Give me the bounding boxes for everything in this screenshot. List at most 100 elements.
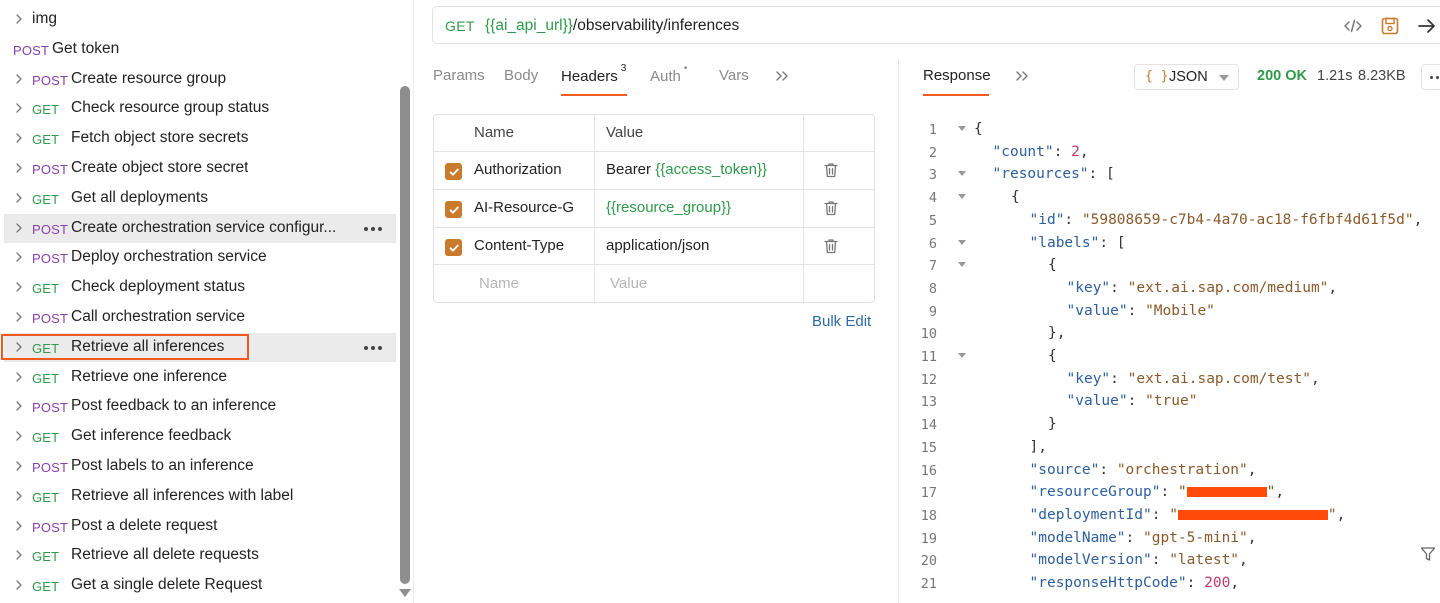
- tab-auth[interactable]: Auth •: [650, 63, 687, 85]
- tab-body[interactable]: Body: [504, 67, 538, 84]
- bulk-edit-link[interactable]: Bulk Edit: [812, 313, 871, 330]
- pane-divider[interactable]: [898, 60, 899, 603]
- line-number: 2: [928, 144, 937, 161]
- response-size: 8.23KB: [1358, 68, 1406, 84]
- line-number: 20: [920, 553, 937, 570]
- fold-toggle-icon[interactable]: [958, 126, 966, 131]
- sidebar-item[interactable]: GET Retrieve all inferences with label: [4, 482, 396, 511]
- header-name[interactable]: Content-Type: [474, 237, 590, 254]
- fold-toggle-icon[interactable]: [958, 353, 966, 358]
- more-options-icon[interactable]: [364, 218, 382, 231]
- tab-params[interactable]: Params: [433, 67, 485, 84]
- sidebar-item[interactable]: POST Post feedback to an inference: [4, 392, 396, 421]
- sidebar-item[interactable]: POST Post a delete request: [4, 512, 396, 541]
- chevron-right-icon[interactable]: [13, 281, 25, 293]
- url-bar[interactable]: GET {{ai_api_url}}/observability/inferen…: [432, 6, 1440, 44]
- response-more-tabs-chevron-icon[interactable]: [1014, 68, 1030, 88]
- chevron-right-icon[interactable]: [13, 430, 25, 442]
- chevron-right-icon[interactable]: [13, 73, 25, 85]
- json-code: "count": 2,: [993, 144, 1089, 160]
- url-method[interactable]: GET: [445, 18, 475, 34]
- sidebar-item[interactable]: POST Create resource group: [4, 65, 396, 94]
- sidebar-item[interactable]: POST Create object store secret: [4, 154, 396, 183]
- scroll-down-arrow-icon[interactable]: [399, 589, 411, 597]
- request-name: Retrieve all delete requests: [71, 546, 259, 564]
- chevron-right-icon[interactable]: [13, 132, 25, 144]
- url-input[interactable]: {{ai_api_url}}/observability/inferences: [485, 17, 739, 35]
- new-header-value-input[interactable]: Value: [610, 275, 647, 292]
- chevron-right-icon[interactable]: [13, 341, 25, 353]
- delete-header-icon[interactable]: [822, 161, 840, 179]
- request-method: GET: [32, 579, 60, 595]
- chevron-right-icon[interactable]: [13, 102, 25, 114]
- sidebar-item[interactable]: GET Check resource group status: [4, 94, 396, 123]
- sidebar-item[interactable]: GET Fetch object store secrets: [4, 124, 396, 153]
- json-token: "gpt-5-mini": [1143, 529, 1248, 546]
- fold-toggle-icon[interactable]: [958, 239, 966, 245]
- more-options-icon[interactable]: [364, 337, 382, 350]
- response-format-select[interactable]: { } JSON: [1134, 64, 1239, 90]
- redaction-mark: [1186, 487, 1267, 498]
- chevron-right-icon[interactable]: [13, 222, 25, 234]
- sidebar-scrollbar[interactable]: [400, 86, 410, 584]
- more-icon: [1430, 76, 1440, 79]
- sidebar-item[interactable]: POST Create orchestration service configu…: [4, 213, 396, 243]
- chevron-right-icon[interactable]: [13, 371, 25, 383]
- tab-vars[interactable]: Vars: [719, 67, 749, 84]
- header-value[interactable]: application/json: [606, 237, 798, 254]
- chevron-right-icon[interactable]: [13, 579, 25, 591]
- save-icon[interactable]: [1380, 16, 1400, 36]
- sidebar-item[interactable]: POST Call orchestration service: [4, 303, 396, 332]
- header-enabled-checkbox[interactable]: [445, 201, 462, 218]
- chevron-right-icon[interactable]: [13, 162, 25, 174]
- sidebar-item[interactable]: GET Get a single delete Request: [4, 571, 396, 600]
- sidebar-item[interactable]: POST Deploy orchestration service: [4, 243, 396, 272]
- json-token: "Mobile": [1145, 302, 1215, 319]
- request-method: POST: [32, 519, 69, 535]
- json-token: ,: [1275, 484, 1285, 501]
- json-token: :: [1127, 393, 1146, 410]
- header-enabled-checkbox[interactable]: [445, 163, 462, 180]
- code-generate-icon[interactable]: [1343, 16, 1363, 36]
- header-value[interactable]: Bearer {{access_token}}: [606, 161, 798, 178]
- tab-headers[interactable]: Headers 3: [561, 63, 626, 85]
- response-menu-button[interactable]: [1421, 64, 1440, 90]
- fold-toggle-icon[interactable]: [958, 194, 966, 200]
- chevron-right-icon[interactable]: [13, 400, 25, 412]
- chevron-right-icon[interactable]: [13, 490, 25, 502]
- sidebar-item[interactable]: GET Retrieve all delete requests: [4, 541, 396, 570]
- json-token: "resourceGroup": [1029, 484, 1161, 501]
- fold-toggle-icon[interactable]: [958, 171, 966, 177]
- new-header-name-input[interactable]: Name: [479, 275, 519, 292]
- json-token: {: [1048, 348, 1057, 364]
- sidebar-item[interactable]: POST Post labels to an inference: [4, 452, 396, 481]
- request-name: Post a delete request: [71, 516, 218, 534]
- chevron-right-icon[interactable]: [13, 192, 25, 204]
- more-tabs-chevron-icon[interactable]: [774, 68, 790, 88]
- delete-header-icon[interactable]: [822, 199, 840, 217]
- sidebar-item[interactable]: GET Retrieve all inferences: [4, 332, 396, 362]
- tab-response[interactable]: Response: [923, 67, 991, 84]
- sidebar-item[interactable]: img: [4, 5, 396, 34]
- chevron-right-icon[interactable]: [13, 549, 25, 561]
- filter-icon[interactable]: [1420, 546, 1436, 562]
- chevron-right-icon[interactable]: [13, 520, 25, 532]
- sidebar-item[interactable]: POST Get token: [4, 35, 396, 64]
- json-code: "deploymentId": " ",: [1030, 507, 1346, 523]
- sidebar-item[interactable]: GET Get inference feedback: [4, 422, 396, 451]
- chevron-right-icon[interactable]: [13, 13, 25, 25]
- sidebar-item[interactable]: GET Check deployment status: [4, 273, 396, 302]
- chevron-right-icon[interactable]: [13, 251, 25, 263]
- json-token: "key": [1066, 370, 1111, 387]
- header-enabled-checkbox[interactable]: [445, 239, 462, 256]
- header-name[interactable]: Authorization: [474, 161, 590, 178]
- chevron-right-icon[interactable]: [13, 460, 25, 472]
- fold-toggle-icon[interactable]: [958, 262, 966, 268]
- sidebar-item[interactable]: GET Get all deployments: [4, 184, 396, 213]
- header-value[interactable]: {{resource_group}}: [606, 199, 798, 216]
- header-name[interactable]: AI-Resource-G: [474, 199, 590, 216]
- sidebar-item[interactable]: GET Retrieve one inference: [4, 363, 396, 392]
- delete-header-icon[interactable]: [822, 237, 840, 255]
- send-arrow-icon[interactable]: [1417, 16, 1437, 36]
- chevron-right-icon[interactable]: [13, 311, 25, 323]
